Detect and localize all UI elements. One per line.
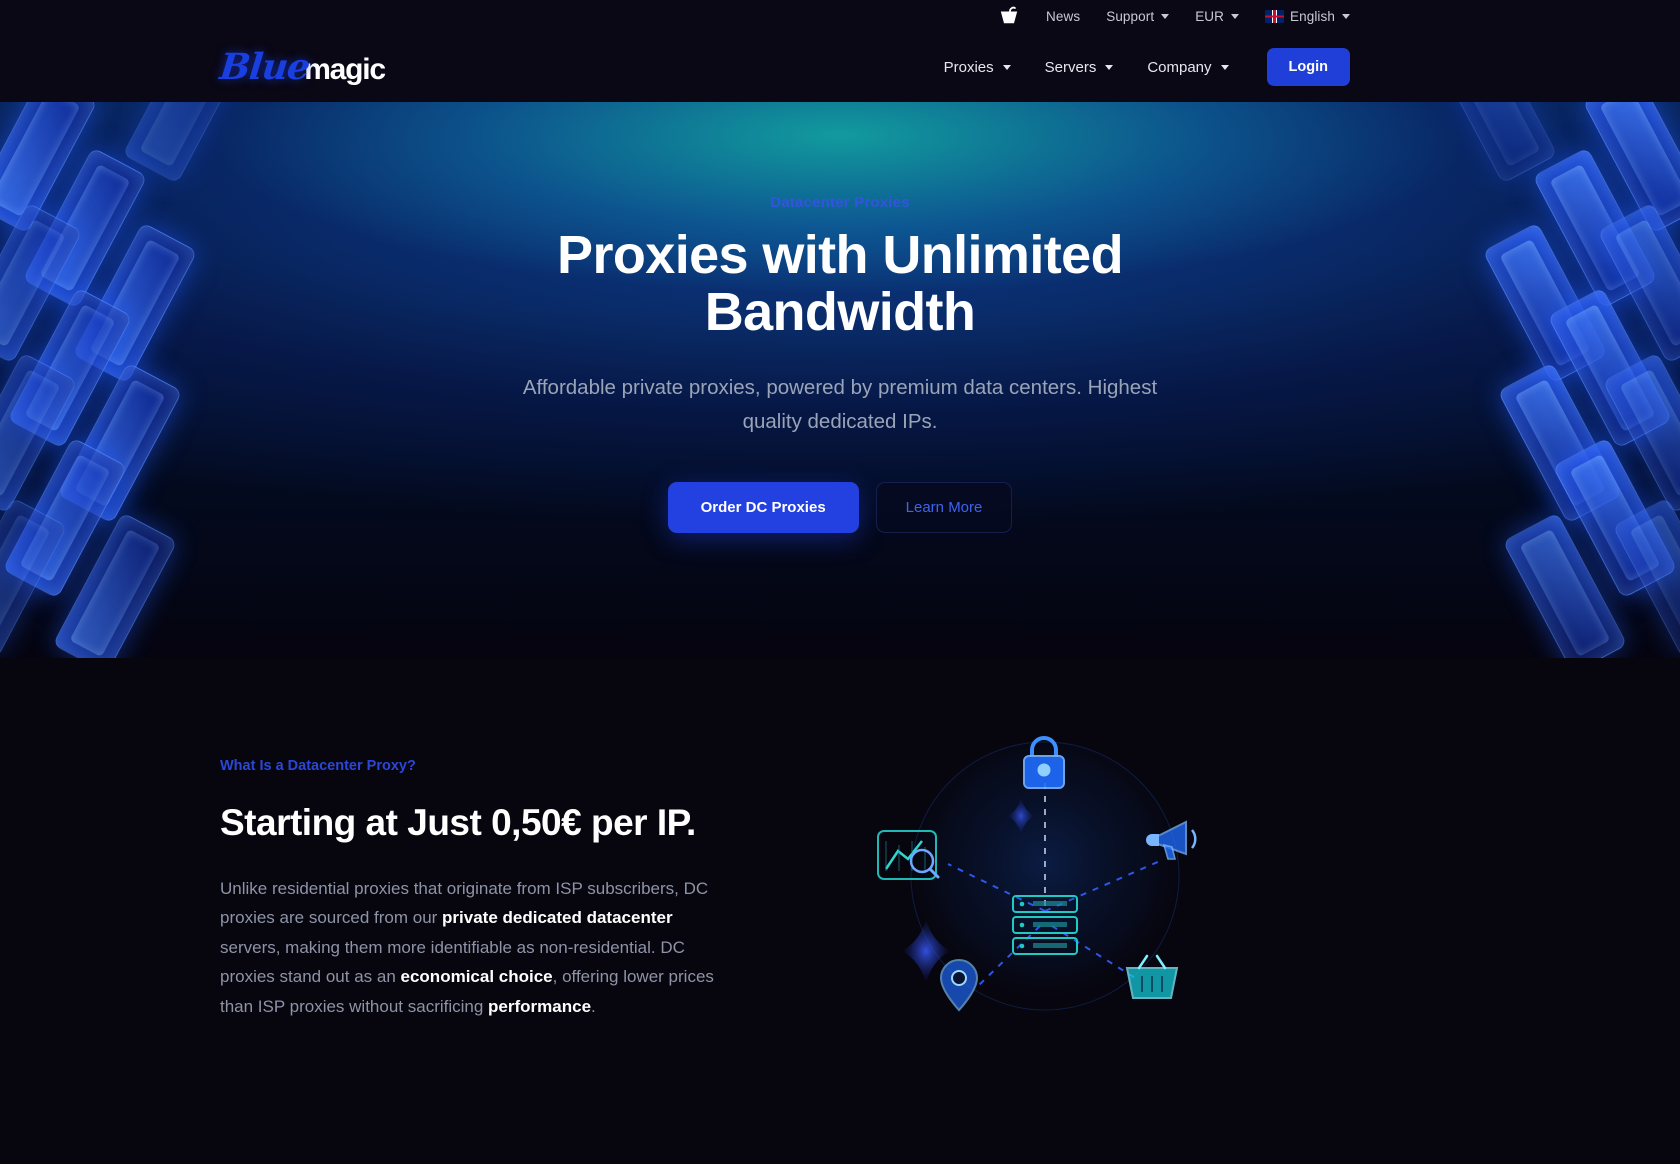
language-label: English [1290,8,1335,24]
currency-label: EUR [1195,8,1225,24]
body-bold: performance [488,996,592,1016]
body-bold: economical choice [400,967,553,987]
body-bold: private dedicated datacenter [442,908,673,928]
nav-item-label: Company [1147,58,1212,76]
network-illustration [780,736,1460,1164]
order-dc-proxies-button[interactable]: Order DC Proxies [667,481,859,533]
site-logo[interactable]: Blue magic [217,46,386,88]
logo-text-magic: magic [304,53,386,86]
uk-flag-icon [1265,9,1285,23]
nav-item-label: Servers [1044,58,1097,76]
login-button[interactable]: Login [1266,48,1350,86]
chevron-down-icon [1105,64,1114,70]
nav-item-company[interactable]: Company [1147,58,1229,76]
feature-eyebrow: What Is a Datacenter Proxy? [220,758,416,774]
chevron-down-icon [1342,13,1350,19]
topbar-item-news[interactable]: News [1046,9,1080,24]
proxy-network-diagram [877,736,1197,1012]
topbar-item-label: Support [1106,8,1155,24]
feature-text-column: What Is a Datacenter Proxy? Starting at … [220,746,740,1164]
page-title: Proxies with Unlimited Bandwidth [557,225,1124,343]
cart-icon[interactable] [998,6,1020,26]
currency-selector[interactable]: EUR [1195,8,1240,24]
nav-links: Proxies Servers Company Login [944,48,1350,86]
body-text: . [591,996,596,1016]
chevron-down-icon [1002,64,1011,70]
chevron-down-icon [1161,13,1170,19]
feature-title: Starting at Just 0,50€ per IP. [220,802,696,843]
nav-item-label: Proxies [943,58,994,76]
nav-item-proxies[interactable]: Proxies [944,59,1011,76]
hero-subtitle: Affordable private proxies, powered by p… [522,376,1158,433]
topbar-item-label: News [1046,8,1081,24]
main-navbar: Blue magic Proxies Servers Company Login [0,32,1680,102]
logo-text-blue: Blue [217,46,312,88]
chevron-down-icon [1231,13,1240,19]
top-utility-bar: News Support EUR English [0,0,1680,32]
feature-body: Unlike residential proxies that originat… [220,874,735,1021]
hero-cta-group: Order DC Proxies Learn More [0,481,1680,533]
nav-item-servers[interactable]: Servers [1045,59,1114,76]
location-pin-icon [939,958,979,1012]
hero-eyebrow: Datacenter Proxies [770,194,910,211]
hero-content: Datacenter Proxies Proxies with Unlimite… [0,102,1680,533]
language-selector[interactable]: English [1265,9,1350,24]
hero-section: Datacenter Proxies Proxies with Unlimite… [0,102,1680,658]
learn-more-button[interactable]: Learn More [875,481,1013,533]
datacenter-proxy-section: What Is a Datacenter Proxy? Starting at … [0,658,1680,1164]
shopping-cart-icon [1000,6,1018,24]
chevron-down-icon [1220,64,1229,70]
topbar-item-support[interactable]: Support [1106,8,1170,24]
